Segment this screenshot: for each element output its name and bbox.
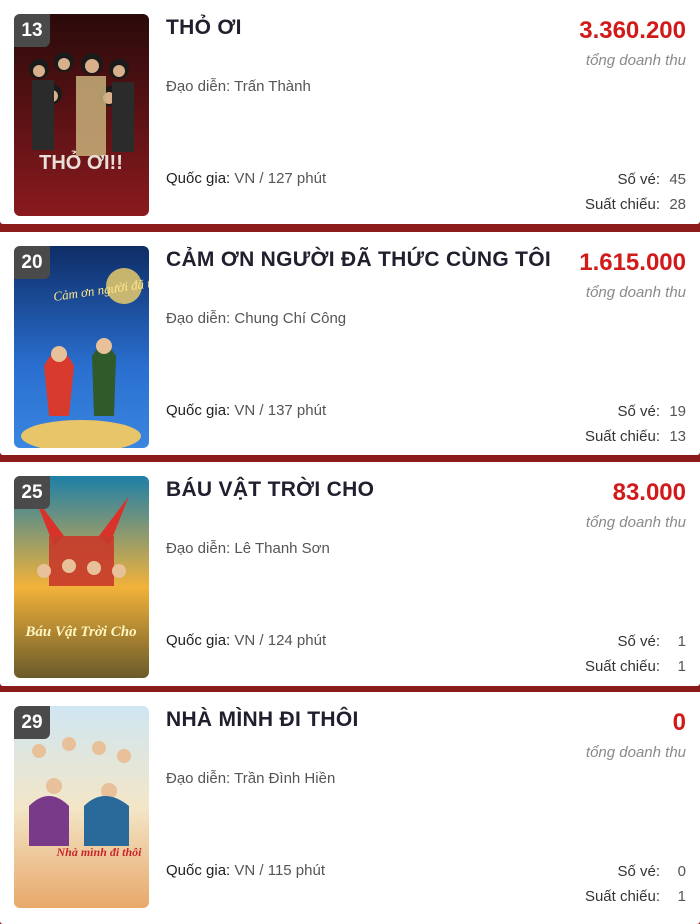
- country-runtime-value: VN / 127 phút: [234, 170, 327, 187]
- tickets-stat: Số vé: 1: [617, 633, 686, 650]
- shows-label: Suất chiếu:: [584, 658, 660, 675]
- shows-stat: Suất chiếu: 1: [585, 888, 686, 905]
- svg-text:Báu Vật Trời Cho: Báu Vật Trời Cho: [24, 624, 136, 640]
- shows-stat: Suất chiếu: 28: [585, 196, 686, 213]
- director-name: Trần Đình Hiền: [234, 770, 336, 787]
- director-prefix: Đạo diễn:: [166, 78, 231, 95]
- movie-poster[interactable]: THỎ ƠI!! 13: [14, 14, 149, 216]
- rank-badge: 29: [14, 706, 50, 739]
- rank-badge: 20: [14, 246, 50, 279]
- revenue-caption: tổng doanh thu: [585, 744, 686, 761]
- shows-value: 1: [677, 888, 686, 905]
- tickets-label: Số vé:: [617, 171, 660, 188]
- country-runtime: Quốc gia: VN / 115 phút: [166, 862, 325, 879]
- country-runtime-value: VN / 124 phút: [234, 632, 327, 649]
- country-runtime: Quốc gia: VN / 137 phút: [166, 402, 326, 419]
- director: Đạo diễn: Chung Chí Công: [166, 310, 346, 327]
- movie-title[interactable]: CẢM ƠN NGƯỜI ĐÃ THỨC CÙNG TÔI: [166, 248, 551, 272]
- movie-poster[interactable]: Báu Vật Trời Cho 25: [14, 476, 149, 678]
- director-name: Trấn Thành: [234, 78, 311, 95]
- tickets-stat: Số vé: 45: [617, 171, 686, 188]
- svg-text:THỎ ƠI!!: THỎ ƠI!!: [39, 150, 123, 174]
- shows-stat: Suất chiếu: 13: [585, 428, 686, 445]
- rank-badge: 13: [14, 14, 50, 47]
- director-name: Chung Chí Công: [234, 310, 347, 327]
- tickets-value: 45: [669, 171, 686, 188]
- director-prefix: Đạo diễn:: [166, 540, 231, 557]
- country-runtime: Quốc gia: VN / 127 phút: [166, 170, 326, 187]
- tickets-label: Số vé:: [617, 863, 660, 880]
- director-prefix: Đạo diễn:: [166, 310, 231, 327]
- shows-value: 13: [669, 428, 686, 445]
- rank-badge: 25: [14, 476, 50, 509]
- country-prefix: Quốc gia:: [166, 402, 231, 419]
- director: Đạo diễn: Lê Thanh Sơn: [166, 540, 330, 557]
- tickets-stat: Số vé: 0: [617, 863, 686, 880]
- country-prefix: Quốc gia:: [166, 862, 231, 879]
- shows-stat: Suất chiếu: 1: [585, 658, 686, 675]
- revenue-caption: tổng doanh thu: [585, 284, 686, 301]
- country-runtime-value: VN / 115 phút: [234, 862, 326, 879]
- country-runtime: Quốc gia: VN / 124 phút: [166, 632, 326, 649]
- tickets-stat: Số vé: 19: [617, 403, 686, 420]
- shows-label: Suất chiếu:: [584, 428, 660, 445]
- director: Đạo diễn: Trấn Thành: [166, 78, 311, 95]
- shows-value: 28: [669, 196, 686, 213]
- movie-list: THỎ ƠI!! 13 THỎ ƠI 3.360.200 tổng doanh …: [0, 0, 700, 924]
- tickets-value: 1: [677, 633, 686, 650]
- director: Đạo diễn: Trần Đình Hiền: [166, 770, 335, 787]
- revenue-value: 1.615.000: [579, 249, 686, 276]
- movie-card[interactable]: Báu Vật Trời Cho 25 BÁU VẬT TRỜI CHO 83.…: [0, 462, 700, 686]
- movie-poster[interactable]: Cảm ơn người đã thức cùng tôi 20: [14, 246, 149, 448]
- country-runtime-value: VN / 137 phút: [234, 402, 327, 419]
- shows-label: Suất chiếu:: [584, 888, 660, 905]
- svg-text:Nhà mình đi thôi: Nhà mình đi thôi: [55, 845, 142, 859]
- movie-card[interactable]: Nhà mình đi thôi 29 NHÀ MÌNH ĐI THÔI 0 t…: [0, 692, 700, 924]
- country-prefix: Quốc gia:: [166, 632, 231, 649]
- revenue-value: 0: [672, 709, 686, 736]
- shows-label: Suất chiếu:: [584, 196, 660, 213]
- revenue-value: 83.000: [612, 479, 686, 506]
- tickets-value: 19: [669, 403, 686, 420]
- tickets-label: Số vé:: [617, 633, 660, 650]
- movie-card[interactable]: Cảm ơn người đã thức cùng tôi 20 CẢM ƠN …: [0, 232, 700, 455]
- movie-title[interactable]: BÁU VẬT TRỜI CHO: [166, 478, 374, 502]
- director-prefix: Đạo diễn:: [166, 770, 231, 787]
- tickets-label: Số vé:: [617, 403, 660, 420]
- movie-poster[interactable]: Nhà mình đi thôi 29: [14, 706, 149, 908]
- revenue-caption: tổng doanh thu: [585, 514, 686, 531]
- revenue-value: 3.360.200: [579, 17, 686, 44]
- tickets-value: 0: [677, 863, 686, 880]
- country-prefix: Quốc gia:: [166, 170, 231, 187]
- movie-title[interactable]: NHÀ MÌNH ĐI THÔI: [166, 708, 359, 732]
- revenue-caption: tổng doanh thu: [585, 52, 686, 69]
- shows-value: 1: [677, 658, 686, 675]
- movie-card[interactable]: THỎ ƠI!! 13 THỎ ƠI 3.360.200 tổng doanh …: [0, 0, 700, 224]
- director-name: Lê Thanh Sơn: [234, 540, 330, 557]
- movie-title[interactable]: THỎ ƠI: [166, 16, 242, 40]
